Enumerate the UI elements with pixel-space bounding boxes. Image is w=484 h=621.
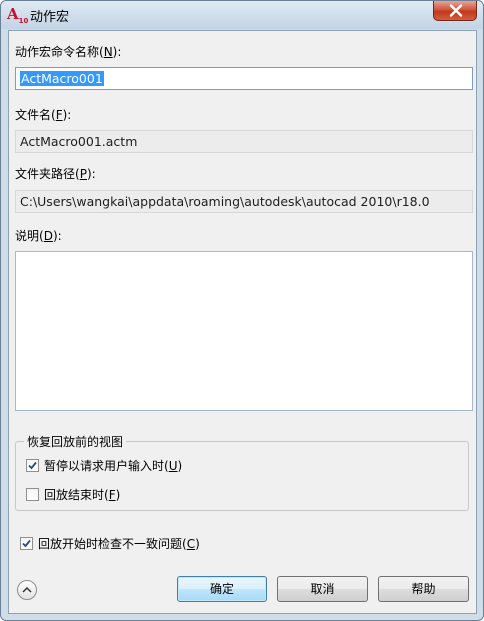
pause-for-input-option[interactable]: 暂停以请求用户输入时(U) bbox=[26, 459, 182, 475]
checkmark-icon bbox=[28, 461, 37, 470]
description-textarea[interactable] bbox=[15, 251, 473, 411]
check-inconsistency-label: 回放开始时检查不一致问题(C) bbox=[38, 537, 200, 551]
folder-path-field: C:\Users\wangkai\appdata\roaming\autodes… bbox=[15, 190, 473, 213]
file-name-label: 文件名(F): bbox=[15, 108, 72, 122]
cancel-button[interactable]: 取消 bbox=[277, 576, 368, 602]
command-name-input[interactable]: ActMacro001 bbox=[15, 67, 473, 90]
help-button[interactable]: 帮助 bbox=[378, 576, 469, 602]
restore-view-group-title: 恢复回放前的视图 bbox=[24, 433, 127, 450]
on-playback-end-option[interactable]: 回放结束时(F) bbox=[26, 488, 120, 504]
dialog-body: 动作宏命令名称(N): ActMacro001 文件名(F): ActMacro… bbox=[8, 30, 477, 614]
chevron-up-icon bbox=[22, 586, 32, 593]
command-name-value: ActMacro001 bbox=[20, 71, 104, 86]
file-name-field: ActMacro001.actm bbox=[15, 130, 473, 153]
restore-view-group: 恢复回放前的视图 暂停以请求用户输入时(U) 回放结束时(F) bbox=[15, 433, 469, 511]
check-inconsistency-option[interactable]: 回放开始时检查不一致问题(C) bbox=[20, 537, 200, 553]
check-inconsistency-checkbox[interactable] bbox=[20, 537, 33, 550]
folder-path-label: 文件夹路径(P): bbox=[15, 167, 96, 181]
command-name-label: 动作宏命令名称(N): bbox=[15, 45, 122, 59]
macro-dialog-window: A10 动作宏 动作宏命令名称(N): ActMacro001 文件名(F): … bbox=[0, 0, 484, 621]
pause-for-input-checkbox[interactable] bbox=[26, 459, 39, 472]
ok-button[interactable]: 确定 bbox=[177, 576, 267, 602]
title-bar[interactable]: A10 动作宏 bbox=[1, 1, 483, 29]
window-title: 动作宏 bbox=[30, 10, 70, 25]
close-button[interactable] bbox=[433, 1, 477, 21]
checkmark-icon bbox=[22, 539, 31, 548]
on-playback-end-checkbox[interactable] bbox=[26, 488, 39, 501]
description-label: 说明(D): bbox=[15, 229, 62, 243]
autocad-icon: A10 bbox=[7, 5, 29, 25]
pause-for-input-label: 暂停以请求用户输入时(U) bbox=[44, 459, 183, 473]
on-playback-end-label: 回放结束时(F) bbox=[44, 488, 121, 502]
collapse-button[interactable] bbox=[17, 580, 37, 600]
close-icon bbox=[449, 4, 463, 17]
